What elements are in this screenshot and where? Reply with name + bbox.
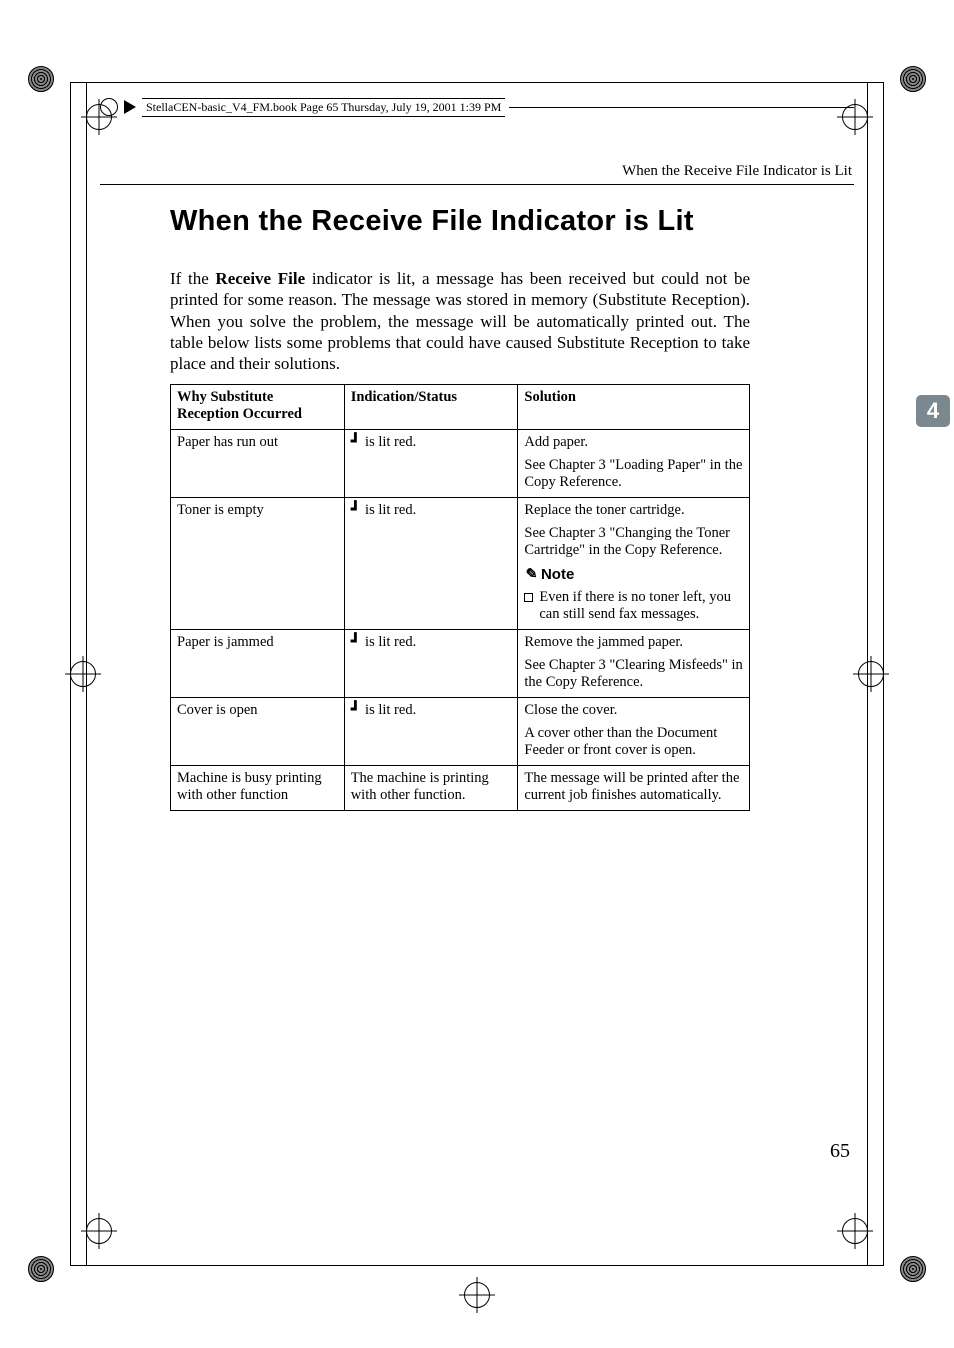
indicator-icon: ┗ <box>351 702 360 718</box>
square-bullet-icon <box>524 593 533 602</box>
intro-paragraph: If the Receive File indicator is lit, a … <box>170 268 750 374</box>
registration-screw-icon <box>28 1256 54 1282</box>
crosshair-icon <box>858 661 884 687</box>
table-cell: The message will be printed after the cu… <box>518 766 750 811</box>
intro-text: If the <box>170 269 215 288</box>
bookline-text: StellaCEN-basic_V4_FM.book Page 65 Thurs… <box>142 98 505 117</box>
page-title: When the Receive File Indicator is Lit <box>170 205 750 238</box>
table-row: Cover is open ┗ is lit red. Close the co… <box>171 698 750 766</box>
indicator-text: is lit red. <box>361 634 416 650</box>
troubleshooting-table: Why Substitute Reception Occurred Indica… <box>170 384 750 811</box>
solution-line: A cover other than the Document Feeder o… <box>524 725 743 759</box>
frame-rule <box>70 82 884 83</box>
registration-screw-icon <box>28 66 54 92</box>
solution-line: Replace the toner cartridge. <box>524 502 743 519</box>
bookline-header: StellaCEN-basic_V4_FM.book Page 65 Thurs… <box>100 95 854 119</box>
solution-line: Close the cover. <box>524 702 743 719</box>
indicator-text: is lit red. <box>361 702 416 718</box>
table-cell: ┗ is lit red. <box>344 498 518 630</box>
content-area: When the Receive File Indicator is Lit I… <box>170 205 750 811</box>
table-header: Solution <box>518 385 750 430</box>
page-number: 65 <box>830 1140 850 1163</box>
crosshair-icon <box>464 1282 490 1308</box>
indicator-icon: ┗ <box>351 634 360 650</box>
book-icon <box>100 98 118 116</box>
section-tab: 4 <box>916 395 950 427</box>
solution-line: The message will be printed after the cu… <box>524 770 743 804</box>
table-cell: Machine is busy printing with other func… <box>171 766 345 811</box>
table-cell: Remove the jammed paper. See Chapter 3 "… <box>518 630 750 698</box>
table-row: Paper is jammed ┗ is lit red. Remove the… <box>171 630 750 698</box>
solution-line: See Chapter 3 "Changing the Toner Cartri… <box>524 525 743 559</box>
note-text: Even if there is no toner left, you can … <box>539 589 743 623</box>
page-body: StellaCEN-basic_V4_FM.book Page 65 Thurs… <box>100 85 854 1263</box>
solution-line: Add paper. <box>524 434 743 451</box>
indicator-text: is lit red. <box>361 434 416 450</box>
table-cell: Paper has run out <box>171 430 345 498</box>
note-label: Note <box>541 566 574 583</box>
registration-screw-icon <box>900 1256 926 1282</box>
solution-line: Remove the jammed paper. <box>524 634 743 651</box>
table-header: Indication/Status <box>344 385 518 430</box>
indicator-icon: ┗ <box>351 502 360 518</box>
running-head-rule <box>100 184 854 185</box>
section-tab-number: 4 <box>927 398 939 424</box>
table-header: Why Substitute Reception Occurred <box>171 385 345 430</box>
arrow-right-icon <box>124 100 136 114</box>
table-cell: Add paper. See Chapter 3 "Loading Paper"… <box>518 430 750 498</box>
indicator-icon: ┗ <box>351 434 360 450</box>
crosshair-icon <box>70 661 96 687</box>
note-heading: ✎Note <box>524 565 743 583</box>
registration-screw-icon <box>900 66 926 92</box>
indicator-text: is lit red. <box>361 502 416 518</box>
table-cell: ┗ is lit red. <box>344 630 518 698</box>
table-cell: Toner is empty <box>171 498 345 630</box>
table-cell: ┗ is lit red. <box>344 430 518 498</box>
solution-line: See Chapter 3 "Clearing Misfeeds" in the… <box>524 657 743 691</box>
table-cell: Cover is open <box>171 698 345 766</box>
table-row: Paper has run out ┗ is lit red. Add pape… <box>171 430 750 498</box>
table-row: Toner is empty ┗ is lit red. Replace the… <box>171 498 750 630</box>
intro-bold: Receive File <box>215 269 305 288</box>
table-cell: Paper is jammed <box>171 630 345 698</box>
table-cell: The machine is printing with other funct… <box>344 766 518 811</box>
solution-line: See Chapter 3 "Loading Paper" in the Cop… <box>524 457 743 491</box>
table-row: Machine is busy printing with other func… <box>171 766 750 811</box>
table-header-row: Why Substitute Reception Occurred Indica… <box>171 385 750 430</box>
running-head: When the Receive File Indicator is Lit <box>100 163 854 189</box>
note-item: Even if there is no toner left, you can … <box>524 589 743 623</box>
running-head-text: When the Receive File Indicator is Lit <box>100 163 854 180</box>
table-cell: ┗ is lit red. <box>344 698 518 766</box>
pencil-icon: ✎ <box>523 564 539 584</box>
table-cell: Close the cover. A cover other than the … <box>518 698 750 766</box>
bookline-rule <box>509 107 854 108</box>
table-cell: Replace the toner cartridge. See Chapter… <box>518 498 750 630</box>
frame-rule <box>70 1265 884 1266</box>
